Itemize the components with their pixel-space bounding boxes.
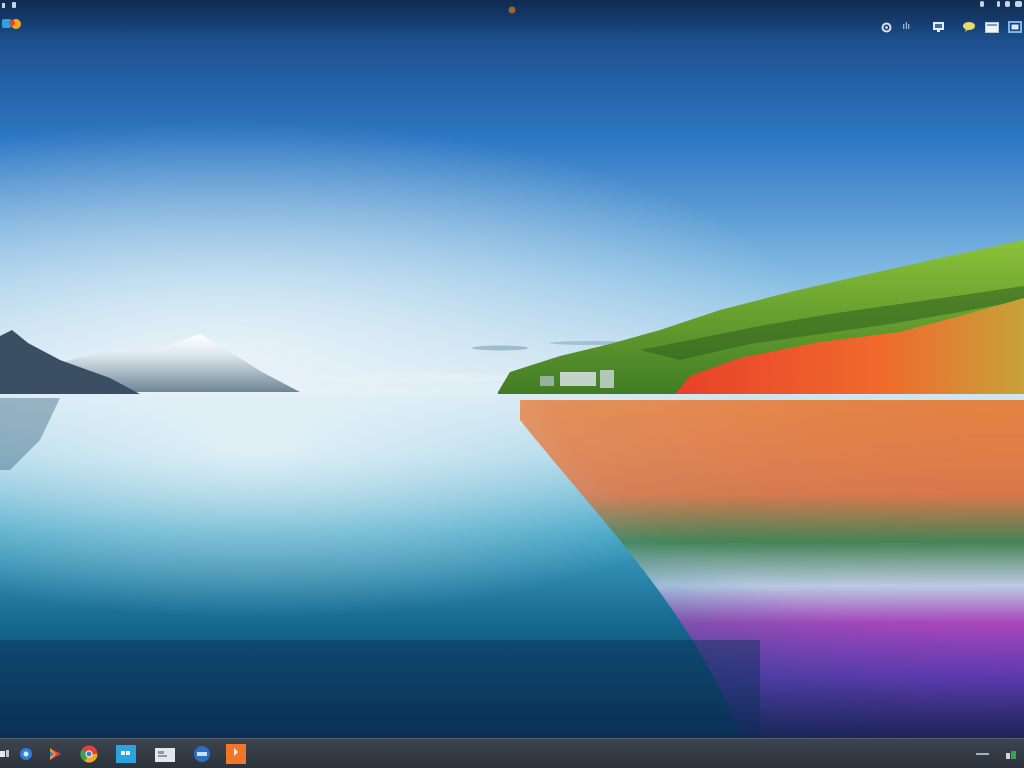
taskbar — [0, 738, 1024, 768]
browser-icon[interactable] — [16, 744, 36, 764]
wallpaper — [0, 0, 1024, 738]
mini-indicator-icon — [1005, 1, 1010, 7]
system-tray: ılı — [874, 0, 1024, 40]
app-logo-icon[interactable] — [2, 15, 24, 31]
explorer-icon[interactable] — [155, 744, 175, 764]
app-icon[interactable] — [192, 744, 212, 764]
network-icon[interactable] — [931, 21, 945, 34]
notification-dots-icon[interactable] — [1, 1, 23, 9]
settings-icon[interactable] — [879, 21, 893, 34]
office-icon[interactable] — [226, 744, 246, 764]
top-bar: ılı — [0, 0, 1024, 40]
mini-indicator-icon — [1015, 1, 1022, 7]
store-icon[interactable] — [116, 744, 136, 764]
window-icon[interactable] — [985, 21, 999, 34]
show-desktop-line[interactable] — [976, 753, 989, 755]
media-player-icon[interactable] — [45, 744, 65, 764]
desktop: ılı — [0, 0, 1024, 768]
mini-indicator-icon — [997, 1, 1000, 7]
tray-mini-indicators — [980, 1, 1022, 7]
camera-indicator-icon — [507, 5, 517, 15]
tray-icon-row: ılı — [879, 19, 1022, 35]
chrome-icon[interactable] — [79, 744, 99, 764]
notification-icon[interactable] — [1004, 747, 1018, 761]
tray-signal-text: ılı — [902, 21, 910, 32]
mini-indicator-icon — [980, 1, 984, 7]
chat-icon[interactable] — [962, 21, 976, 34]
display-icon[interactable] — [1008, 21, 1022, 34]
start-icon[interactable] — [0, 744, 10, 764]
